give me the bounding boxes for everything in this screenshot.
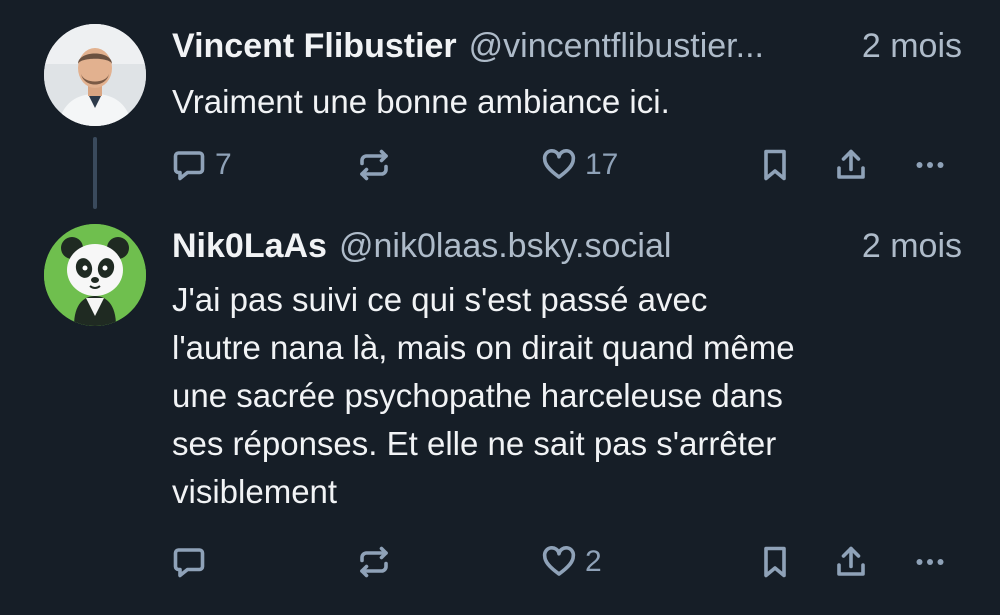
- more-options-button[interactable]: [912, 143, 948, 187]
- post-header: Vincent Flibustier @vincentflibustier...…: [172, 26, 962, 66]
- reply-icon: [173, 548, 205, 578]
- repost-button[interactable]: [356, 540, 392, 584]
- thread-feed: Vincent Flibustier @vincentflibustier...…: [0, 0, 1000, 615]
- reply-count: 7: [215, 148, 232, 181]
- post[interactable]: Vincent Flibustier @vincentflibustier...…: [0, 0, 1000, 210]
- more-dots-icon: [916, 162, 944, 168]
- post-actions: 2: [0, 540, 1000, 584]
- user-handle[interactable]: @nik0laas.bsky.social: [339, 226, 671, 266]
- post-timestamp[interactable]: 2 mois: [862, 226, 962, 266]
- post-text: Vraiment une bonne ambiance ici.: [172, 83, 670, 120]
- reply-icon: [173, 151, 205, 181]
- display-name[interactable]: Vincent Flibustier: [172, 26, 457, 66]
- display-name[interactable]: Nik0LaAs: [172, 226, 327, 266]
- avatar[interactable]: [44, 24, 146, 126]
- bookmark-button[interactable]: [757, 143, 793, 187]
- reply-button[interactable]: 7: [171, 143, 232, 187]
- reply-button[interactable]: [171, 540, 215, 584]
- panda-avatar-icon: [44, 224, 146, 326]
- more-dots-icon: [916, 559, 944, 565]
- heart-icon: [542, 149, 576, 179]
- post-actions: 7 17: [0, 143, 1000, 187]
- share-button[interactable]: [833, 143, 869, 187]
- share-button[interactable]: [833, 540, 869, 584]
- share-icon: [837, 546, 865, 576]
- like-count: 2: [585, 545, 602, 578]
- person-photo-avatar-icon: [44, 24, 146, 126]
- user-handle[interactable]: @vincentflibustier...: [469, 26, 764, 66]
- bookmark-icon: [764, 149, 786, 181]
- post-header: Nik0LaAs @nik0laas.bsky.social 2 mois: [172, 226, 962, 266]
- bookmark-button[interactable]: [757, 540, 793, 584]
- post-timestamp[interactable]: 2 mois: [862, 26, 962, 66]
- more-options-button[interactable]: [912, 540, 948, 584]
- heart-icon: [542, 546, 576, 576]
- like-button[interactable]: 17: [541, 143, 618, 187]
- bookmark-icon: [764, 546, 786, 578]
- repost-button[interactable]: [356, 143, 392, 187]
- like-button[interactable]: 2: [541, 540, 602, 584]
- like-count: 17: [585, 148, 619, 181]
- repost-icon: [360, 149, 388, 181]
- repost-icon: [360, 546, 388, 578]
- avatar[interactable]: [44, 224, 146, 326]
- post[interactable]: Nik0LaAs @nik0laas.bsky.social 2 mois J'…: [0, 210, 1000, 615]
- share-icon: [837, 149, 865, 179]
- post-text: J'ai pas suivi ce qui s'est passé avec l…: [172, 281, 795, 510]
